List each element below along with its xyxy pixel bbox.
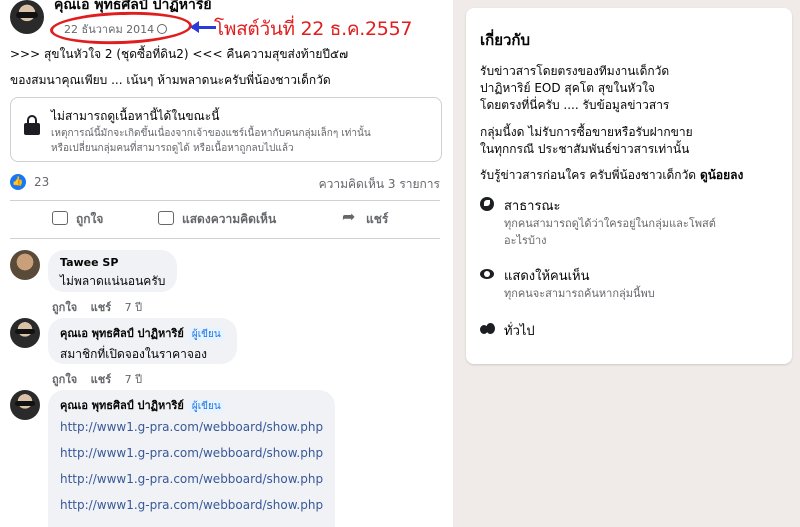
about-panel: เกี่ยวกับ รับข่าวสารโดยตรงของทีมงานเด็กว… (466, 8, 792, 364)
post-actions: ถูกใจ แสดงความคิดเห็น แชร์ (10, 202, 440, 238)
comment-link[interactable]: http://www1.g-pra.com/webboard/show.php (60, 492, 323, 518)
eye-icon (480, 269, 494, 279)
privacy-label: สาธารณะ (504, 199, 561, 214)
unavailable-desc-line-2: หรือเปลี่ยนกลุ่มคนที่สามารถดูได้ หรือเนื… (51, 143, 294, 154)
commenter-name[interactable]: คุณเอ พุทธศิลป์ ปาฏิหาริย์ ผู้เขียน (60, 324, 225, 342)
comment-bubble: Tawee SP ไม่พลาดแน่นอนครับ (48, 250, 178, 292)
post-text-line-1: >>> สุขในหัวใจ 2 (ชุดซื้อที่ดิน2) <<< คื… (10, 47, 349, 61)
lock-icon (24, 115, 40, 135)
comment-like-link[interactable]: ถูกใจ (52, 373, 77, 386)
blue-arrow-icon (190, 21, 216, 33)
author-badge: ผู้เขียน (187, 400, 225, 413)
comment-bubble: คุณเอ พุทธศิลป์ ปาฏิหาริย์ ผู้เขียน สมาชิ… (48, 318, 237, 364)
commenter-name[interactable]: คุณเอ พุทธศิลป์ ปาฏิหาริย์ ผู้เขียน (60, 396, 323, 414)
reactions-row: 👍 23 ความคิดเห็น 3 รายการ (10, 172, 440, 192)
post-text-line-2: ของสมนาคุณเพียบ ... เน้นๆ ห้ามพลาดนะครับ… (10, 73, 331, 87)
thumbs-up-icon (52, 211, 68, 225)
comment-button-label: แสดงความคิดเห็น (182, 212, 277, 226)
unavailable-title: ไม่สามารถดูเนื้อหานี้ได้ในขณะนี้ (51, 109, 220, 123)
unavailable-desc-line-1: เหตุการณ์นี้มักจะเกิดขึ้นเนื่องจากเจ้าขอ… (51, 128, 371, 139)
share-button[interactable]: แชร์ (342, 207, 389, 229)
like-count[interactable]: 23 (34, 175, 49, 189)
comment-text: ไม่พลาดแน่นอนครับ (60, 274, 166, 288)
comment-like-link[interactable]: ถูกใจ (52, 301, 77, 314)
commenter-name-text[interactable]: คุณเอ พุทธศิลป์ ปาฏิหาริย์ (60, 327, 184, 340)
author-avatar[interactable] (10, 0, 44, 34)
comment-share-link[interactable]: แชร์ (91, 301, 111, 314)
like-button[interactable]: ถูกใจ (52, 210, 103, 229)
globe-icon (480, 197, 494, 211)
unavailable-description: เหตุการณ์นี้มักจะเกิดขึ้นเนื่องจากเจ้าขอ… (51, 126, 371, 156)
commenter-avatar[interactable] (10, 318, 40, 348)
group-type-label: ทั่วไป (504, 324, 535, 339)
about-title: เกี่ยวกับ (480, 31, 531, 49)
comment-icon (158, 211, 174, 225)
date-annotation: โพสต์วันที่ 22 ธ.ค.2557 (214, 18, 413, 40)
see-less-link[interactable]: ดูน้อยลง (700, 168, 743, 182)
comment-link[interactable]: http://www1.g-pra.com/webboard/show.php (60, 440, 323, 466)
about-description-line: รับรู้ข่าวสารก่อนใคร ครับพี่น้องชาวเด็กว… (480, 166, 743, 185)
comment-button[interactable]: แสดงความคิดเห็น (158, 210, 276, 229)
like-button-label: ถูกใจ (76, 212, 104, 226)
comment-age[interactable]: 7 ปี (125, 301, 142, 314)
commenter-avatar[interactable] (10, 390, 40, 420)
comment-text: สมาชิกที่เปิดจองในราคาจอง (60, 347, 208, 361)
comment-meta: ถูกใจ แชร์ 7 ปี (52, 298, 152, 316)
commenter-name[interactable]: Tawee SP (60, 256, 165, 269)
like-reaction-icon[interactable]: 👍 (10, 174, 26, 190)
about-description-text: รับรู้ข่าวสารก่อนใคร ครับพี่น้องชาวเด็กว… (480, 168, 697, 182)
comment-age[interactable]: 7 ปี (125, 373, 142, 386)
about-description-line: ในทุกกรณี ประชาสัมพันธ์ข่าวสารเท่านั้น (480, 142, 690, 156)
share-button-label: แชร์ (366, 212, 389, 226)
comment-meta: ถูกใจ แชร์ 7 ปี (52, 370, 152, 388)
comment-link[interactable]: http://www1.g-pra.com/webboard/show.php (60, 466, 323, 492)
comment-count[interactable]: ความคิดเห็น 3 รายการ (319, 175, 440, 194)
author-badge: ผู้เขียน (187, 328, 225, 341)
divider (10, 238, 440, 239)
visibility-label: แสดงให้คนเห็น (504, 269, 590, 284)
commenter-avatar[interactable] (10, 250, 40, 280)
visibility-description: ทุกคนจะสามารถค้นหากลุ่มนี้พบ (504, 287, 655, 300)
comment-share-link[interactable]: แชร์ (91, 373, 111, 386)
privacy-desc-line-1: ทุกคนสามารถดูได้ว่าใครอยู่ในกลุ่มและโพสต… (504, 217, 716, 230)
privacy-description: ทุกคนสามารถดูได้ว่าใครอยู่ในกลุ่มและโพสต… (504, 215, 716, 249)
privacy-desc-line-2: อะไรบ้าง (504, 234, 547, 247)
share-icon (342, 207, 358, 226)
about-description-line: โดยตรงที่นี่ครับ .... รับข้อมูลข่าวสาร (480, 98, 670, 112)
post-card: คุณเอ พุทธศิลป์ ปาฏิหาริย์ 22 ธันวาคม 20… (0, 0, 453, 527)
comment-link[interactable]: http://www1.g-pra.com/webboard/show.php (60, 414, 323, 440)
unavailable-content-box: ไม่สามารถดูเนื้อหานี้ได้ในขณะนี้ เหตุการ… (10, 97, 442, 162)
divider (10, 200, 440, 201)
post-header: คุณเอ พุทธศิลป์ ปาฏิหาริย์ 22 ธันวาคม 20… (10, 0, 450, 47)
people-icon (480, 322, 495, 336)
comment-bubble: คุณเอ พุทธศิลป์ ปาฏิหาริย์ ผู้เขียน http:… (48, 390, 336, 527)
commenter-name-text[interactable]: คุณเอ พุทธศิลป์ ปาฏิหาริย์ (60, 399, 184, 412)
